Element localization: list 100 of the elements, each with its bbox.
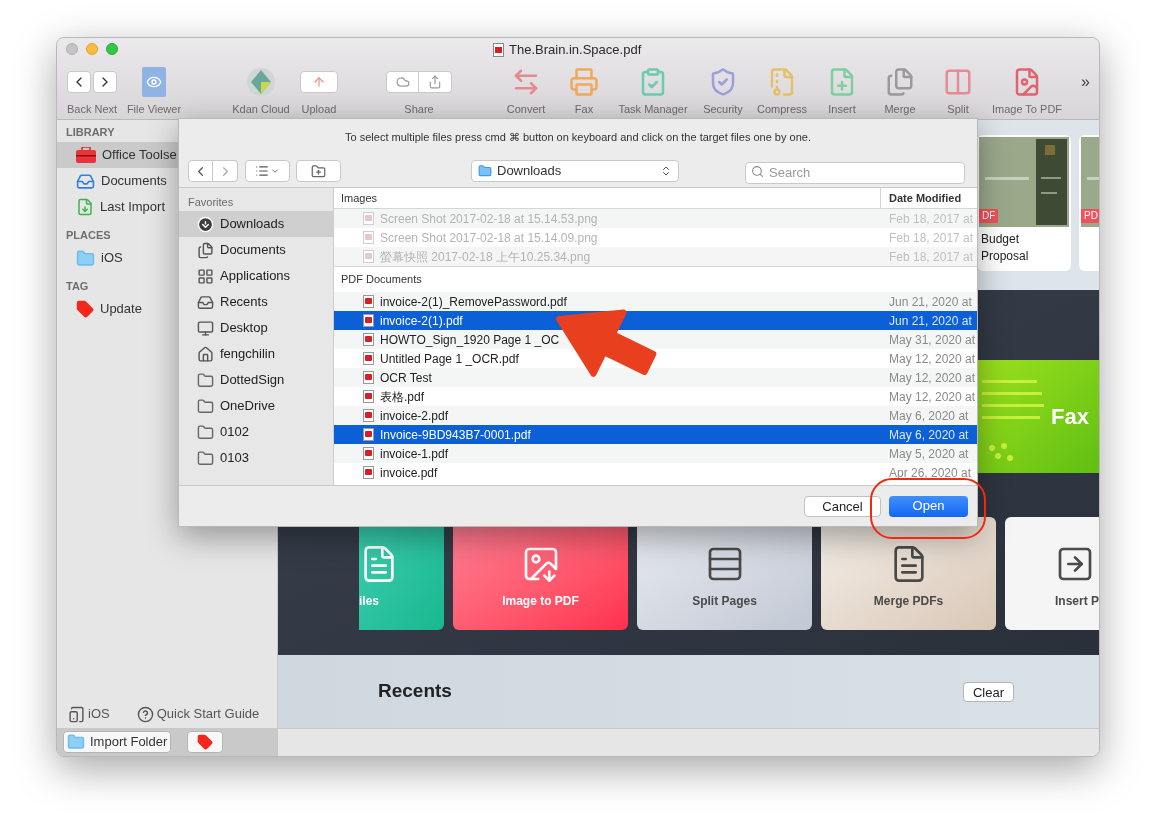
favorites-item[interactable]: Documents — [179, 237, 333, 263]
diamond-logo-icon — [246, 67, 276, 97]
document-card[interactable]: DF Budget Proposal — [977, 135, 1071, 271]
eye-icon — [142, 67, 166, 97]
column-header[interactable]: Date Modified — [880, 188, 977, 208]
split-page-icon — [943, 67, 973, 97]
favorites-item[interactable]: 0102 — [179, 419, 333, 445]
file-type-badge: DF — [979, 209, 999, 223]
pdf-file-icon — [363, 409, 374, 422]
next-button[interactable] — [93, 71, 117, 93]
documents-icon — [197, 241, 214, 259]
folder-plus-icon — [311, 163, 326, 179]
file-row[interactable]: Invoice-9BD943B7-0001.pdf May 6, 2020 at — [334, 425, 977, 444]
pdf-file-icon — [363, 466, 374, 479]
folder-icon — [478, 164, 492, 178]
updown-icon — [660, 165, 672, 177]
sidebar-link[interactable]: iOS — [88, 704, 110, 724]
tool-card[interactable]: Merge PDFs — [821, 517, 996, 630]
files-icon — [885, 67, 915, 97]
image-file-icon — [363, 250, 374, 263]
pdf-file-icon — [363, 295, 374, 308]
favorites-item[interactable]: OneDrive — [179, 393, 333, 419]
pdf-file-icon — [363, 314, 374, 327]
favorites-item[interactable]: DottedSign — [179, 367, 333, 393]
file-row[interactable]: HOWTO_Sign_1920 Page 1 _OC May 31, 2020 at — [334, 330, 977, 349]
dialog-hint: To select multiple files press cmd ⌘ button on keyboard and click on the target files one by one. — [345, 129, 811, 145]
search-icon — [751, 165, 764, 178]
file-row[interactable]: OCR Test May 12, 2020 at — [334, 368, 977, 387]
tool-card[interactable]: Insert P — [1005, 517, 1099, 630]
tag-button[interactable] — [187, 731, 224, 753]
tray-icon — [76, 171, 95, 191]
back-button[interactable] — [67, 71, 91, 93]
favorites-item[interactable]: Recents — [179, 289, 333, 315]
toolbar-label[interactable]: Image To PDF — [991, 101, 1063, 118]
clear-button[interactable]: Clear — [962, 681, 1014, 702]
section-heading: Favorites — [187, 195, 235, 211]
open-button[interactable]: Open — [889, 495, 968, 517]
arrow-up-icon — [312, 75, 326, 89]
import-folder-button[interactable]: Import Folder — [63, 731, 172, 753]
toolbar-label[interactable]: Merge — [884, 101, 916, 118]
new-folder-button[interactable] — [296, 160, 341, 182]
file-row[interactable]: invoice-2.pdf May 6, 2020 at — [334, 406, 977, 425]
toolbar-label[interactable]: Share — [404, 101, 434, 118]
tag-icon — [197, 734, 214, 750]
printer-icon — [569, 67, 599, 97]
toolbar-label[interactable]: File Viewer — [126, 101, 182, 118]
cloud-icon — [395, 75, 410, 89]
house-icon — [197, 345, 214, 363]
favorites-item[interactable]: Applications — [179, 263, 333, 289]
favorites-item[interactable]: Downloads — [179, 211, 333, 237]
search-field[interactable]: Search — [745, 161, 965, 184]
share-button[interactable] — [419, 71, 452, 93]
toolbar-label[interactable]: Split — [947, 101, 969, 118]
pdf-file-icon — [363, 371, 374, 384]
toolbar-label[interactable]: Insert — [828, 101, 856, 118]
toolbar-label: Back Next — [66, 102, 118, 117]
favorites-item[interactable]: fengchilin — [179, 341, 333, 367]
toolbar-label[interactable]: Compress — [756, 101, 808, 118]
location-popup[interactable]: Downloads — [471, 160, 679, 182]
pdf-file-icon — [363, 333, 374, 346]
back-button[interactable] — [188, 160, 213, 182]
favorites-item[interactable]: 0103 — [179, 445, 333, 471]
toolbar-label[interactable]: Convert — [506, 101, 546, 118]
image-file-icon — [363, 212, 374, 225]
window-title: The.Brain.in.Space.pdf — [509, 41, 642, 60]
column-header[interactable]: Images — [334, 188, 880, 208]
toolbar-label[interactable]: Fax — [574, 101, 594, 118]
toolbar-label[interactable]: Security — [703, 101, 743, 118]
file-row[interactable]: invoice-1.pdf May 5, 2020 at — [334, 444, 977, 463]
folder-icon — [76, 248, 95, 268]
section-title: Recents — [378, 679, 452, 704]
share-icon — [428, 75, 442, 89]
favorites-item[interactable]: Desktop — [179, 315, 333, 341]
toolbar-label[interactable]: Upload — [301, 101, 337, 118]
image-file-icon — [363, 231, 374, 244]
pdf-file-icon — [493, 43, 504, 57]
pdf-file-icon — [363, 428, 374, 441]
folder-icon — [197, 423, 214, 441]
help-icon — [136, 705, 154, 723]
sidebar-item[interactable]: Documents — [57, 168, 277, 194]
toolbar-label[interactable]: Task Manager — [618, 101, 688, 118]
minimize-button[interactable] — [86, 43, 98, 55]
forward-button[interactable] — [213, 160, 238, 182]
zoom-button[interactable] — [106, 43, 118, 55]
upload-button[interactable] — [300, 71, 338, 93]
overflow-button[interactable]: » — [1081, 70, 1090, 94]
document-title: Budget Proposal — [980, 231, 1030, 265]
view-options-button[interactable] — [245, 160, 290, 182]
close-button[interactable] — [66, 43, 78, 55]
file-type-badge: PD — [1081, 209, 1099, 223]
monitor-icon — [197, 319, 214, 337]
sidebar-link[interactable]: Quick Start Guide — [156, 704, 260, 724]
pdf-file-icon — [363, 390, 374, 403]
inbox-icon — [197, 293, 214, 311]
toolbar-label[interactable]: Kdan Cloud — [232, 101, 290, 118]
file-row[interactable]: invoice-2(1)_RemovePassword.pdf Jun 21, 2020 at — [334, 292, 977, 311]
folder-icon — [197, 397, 214, 415]
file-row[interactable]: invoice-2(1).pdf Jun 21, 2020 at — [334, 311, 977, 330]
cloud-button[interactable] — [386, 71, 419, 93]
cancel-button[interactable]: Cancel — [804, 495, 881, 517]
